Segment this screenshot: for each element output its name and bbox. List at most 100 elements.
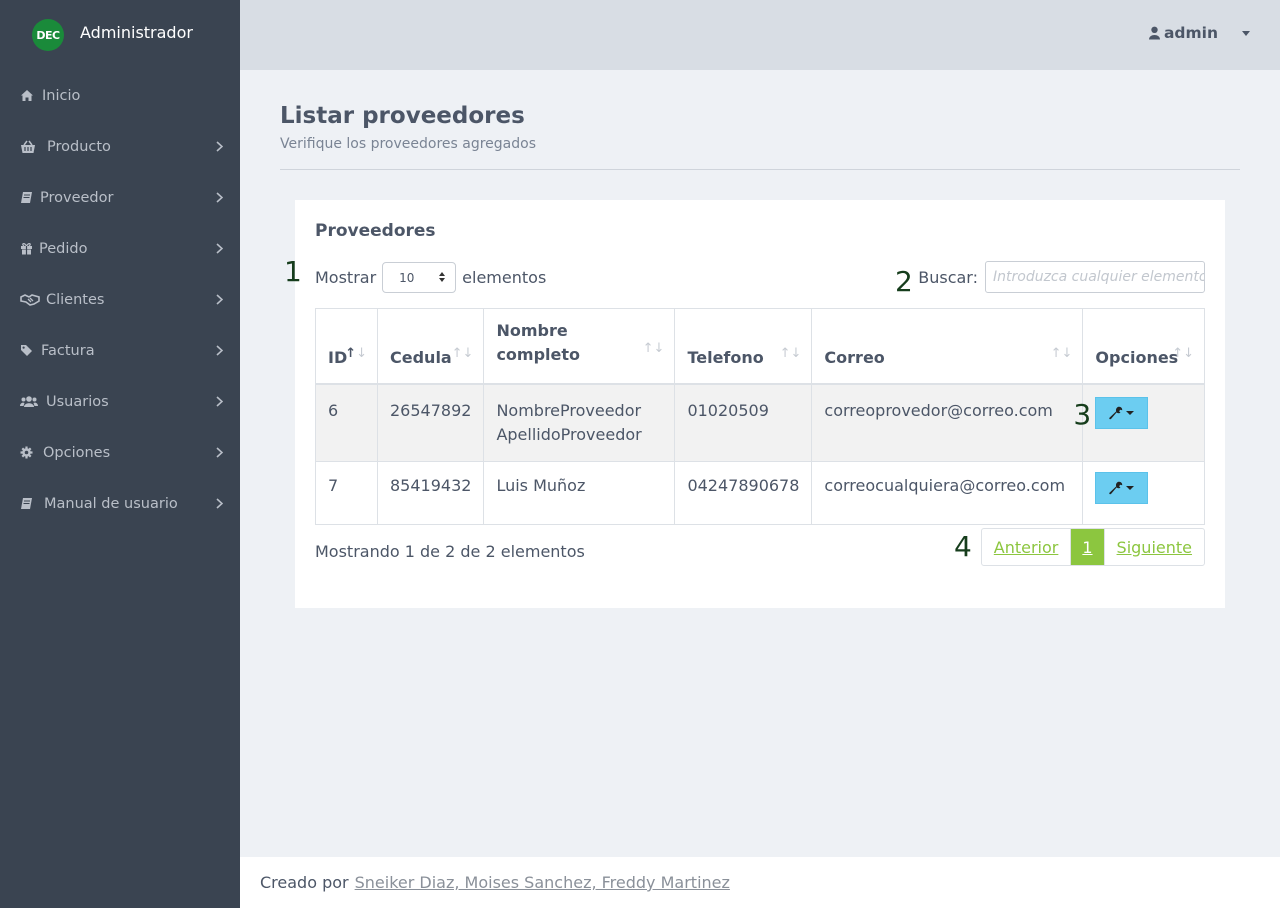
chevron-right-icon: [214, 294, 224, 305]
handshake-icon: [20, 293, 46, 306]
page-subtitle: Verifique los proveedores agregados: [280, 136, 536, 152]
footer: Creado por Sneiker Diaz, Moises Sanchez,…: [240, 857, 1280, 908]
home-icon: [20, 89, 42, 102]
sort-icon: ↑↓: [779, 345, 802, 361]
brand-name: Administrador: [80, 22, 193, 42]
cell-id: 6: [315, 383, 378, 462]
length-suffix: elementos: [462, 268, 547, 287]
chevron-right-icon: [214, 141, 224, 152]
annotation-marker-4: 4: [954, 530, 972, 563]
column-header-cedula[interactable]: Cedula ↑↓: [376, 308, 485, 385]
sidebar-item-label: Producto: [47, 138, 111, 155]
basket-icon: [20, 140, 47, 154]
cell-cedula: 85419432: [376, 460, 485, 525]
chevron-right-icon: [214, 396, 224, 407]
pagination: Anterior 1 Siguiente: [980, 528, 1205, 566]
pagination-page-1[interactable]: 1: [1070, 529, 1104, 565]
user-menu[interactable]: admin: [1148, 24, 1250, 42]
pagination-previous[interactable]: Anterior: [982, 529, 1071, 565]
table-row: 6 26547892 NombreProveedor ApellidoProve…: [315, 383, 1205, 462]
sidebar-item-clientes[interactable]: Clientes: [0, 274, 240, 325]
sort-icon: ↑↓: [1172, 345, 1194, 361]
cell-telefono: 04247890678: [674, 460, 813, 525]
top-bar: admin: [240, 0, 1280, 70]
chevron-right-icon: [214, 498, 224, 509]
page-title: Listar proveedores: [280, 103, 525, 129]
column-header-id[interactable]: ID ↑↓: [315, 308, 378, 385]
search-label: Buscar:: [918, 267, 978, 287]
page-length-select[interactable]: 10: [382, 262, 457, 293]
gift-icon: [20, 242, 39, 255]
options-dropdown-button[interactable]: [1095, 471, 1149, 504]
brand[interactable]: DEC Administrador: [0, 0, 240, 70]
sidebar-item-label: Opciones: [43, 444, 111, 461]
search-input[interactable]: [985, 261, 1205, 293]
column-header-nombre[interactable]: Nombre completo ↑↓: [483, 308, 676, 385]
options-dropdown-button[interactable]: [1095, 396, 1149, 429]
column-header-correo[interactable]: Correo ↑↓: [811, 308, 1084, 385]
cell-telefono: 01020509: [674, 383, 813, 462]
select-arrows-icon: [439, 272, 446, 282]
footer-authors-link[interactable]: Sneiker Diaz, Moises Sanchez, Freddy Mar…: [355, 873, 730, 892]
cell-nombre: Luis Muñoz: [483, 460, 676, 525]
divider: [280, 169, 1240, 170]
footer-prefix: Creado por: [260, 873, 349, 892]
gear-icon: [20, 446, 43, 459]
column-header-telefono[interactable]: Telefono ↑↓: [674, 308, 813, 385]
annotation-marker-3: 3: [1073, 397, 1092, 431]
cell-id: 7: [315, 460, 378, 525]
sort-icon: ↑↓: [642, 340, 665, 356]
caret-down-icon: [1126, 485, 1135, 490]
chevron-right-icon: [214, 345, 224, 356]
sidebar-item-inicio[interactable]: Inicio: [0, 70, 240, 121]
brand-logo: DEC: [32, 19, 64, 51]
tag-icon: [20, 344, 41, 357]
cell-correo: correocualquiera@correo.com: [811, 460, 1084, 525]
card-title: Proveedores: [315, 221, 436, 241]
sidebar-item-manual-de-usuario[interactable]: Manual de usuario: [0, 478, 240, 529]
pagination-next[interactable]: Siguiente: [1103, 529, 1204, 565]
book-icon: [20, 191, 40, 204]
cell-opciones: 3: [1073, 383, 1205, 462]
wrench-icon: [1109, 406, 1123, 420]
sidebar-item-label: Inicio: [42, 87, 81, 104]
sidebar-item-pedido[interactable]: Pedido: [0, 223, 240, 274]
search-control: Buscar:: [918, 261, 1205, 293]
cell-cedula: 26547892: [376, 383, 485, 462]
providers-table: ID ↑↓ Cedula ↑↓ Nombre completo ↑↓ Telef…: [315, 308, 1205, 525]
sort-icon: ↑↓: [1050, 345, 1073, 361]
sidebar-nav: Inicio Producto Proveedor Pedido Cliente…: [0, 70, 240, 529]
sidebar-item-producto[interactable]: Producto: [0, 121, 240, 172]
chevron-right-icon: [214, 192, 224, 203]
users-icon: [20, 395, 46, 408]
sort-icon: ↑↓: [451, 345, 474, 361]
sidebar-item-factura[interactable]: Factura: [0, 325, 240, 376]
chevron-right-icon: [214, 447, 224, 458]
sidebar-item-label: Factura: [41, 342, 95, 359]
book-icon: [20, 497, 44, 510]
sidebar: DEC Administrador Inicio Producto Provee…: [0, 0, 240, 908]
page-length-control: Mostrar 10 elementos: [315, 262, 546, 293]
table-header-row: ID ↑↓ Cedula ↑↓ Nombre completo ↑↓ Telef…: [315, 308, 1205, 385]
sort-asc-icon: ↑↓: [345, 345, 367, 361]
wrench-icon: [1109, 481, 1123, 495]
sidebar-item-label: Proveedor: [40, 189, 114, 206]
sidebar-item-label: Pedido: [39, 240, 88, 257]
sidebar-item-proveedor[interactable]: Proveedor: [0, 172, 240, 223]
providers-card: Proveedores 1 Mostrar 10 elementos 2 Bus…: [284, 200, 1225, 608]
sidebar-item-opciones[interactable]: Opciones: [0, 427, 240, 478]
table-row: 7 85419432 Luis Muñoz 04247890678 correo…: [315, 460, 1205, 525]
sidebar-item-label: Manual de usuario: [44, 495, 178, 512]
caret-down-icon: [1242, 30, 1250, 36]
caret-down-icon: [1126, 410, 1135, 415]
column-header-opciones[interactable]: Opciones ↑↓: [1082, 308, 1205, 385]
sidebar-item-label: Usuarios: [46, 393, 109, 410]
length-prefix: Mostrar: [315, 268, 377, 287]
table-info: Mostrando 1 de 2 de 2 elementos: [315, 542, 585, 561]
sidebar-item-usuarios[interactable]: Usuarios: [0, 376, 240, 427]
page-length-value: 10: [399, 270, 415, 285]
cell-opciones: [1082, 460, 1205, 525]
user-icon: [1148, 26, 1160, 40]
annotation-marker-1: 1: [284, 255, 302, 288]
user-name: admin: [1163, 24, 1218, 42]
